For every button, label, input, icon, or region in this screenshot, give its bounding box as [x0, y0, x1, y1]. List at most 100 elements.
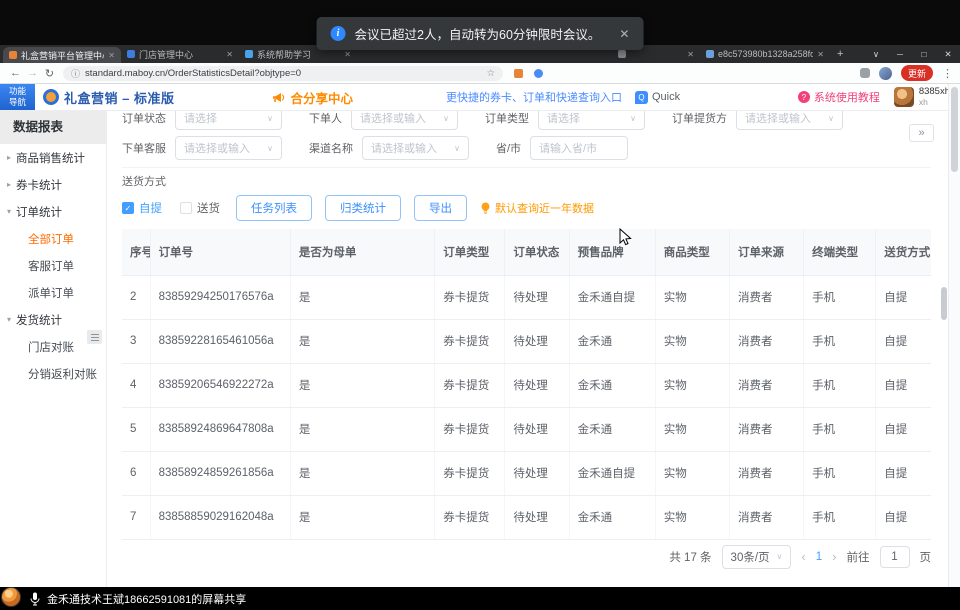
- page-scrollbar-thumb[interactable]: [951, 87, 958, 172]
- browser-profile-avatar[interactable]: [879, 67, 892, 80]
- sidebar-items: 商品销售统计 券卡统计 订单统计 全部订单 客服订单 派单订单 发货统计 门店对…: [0, 144, 106, 387]
- delivery-checkbox[interactable]: 自提: [122, 200, 162, 216]
- tutorial-link[interactable]: ? 系统使用教程: [798, 89, 880, 105]
- sidebar-item[interactable]: 客服订单: [0, 252, 106, 279]
- cell-order-type: 券卡提货: [435, 407, 505, 451]
- sidebar-item[interactable]: 全部订单: [0, 225, 106, 252]
- filter-field: 订单提货方 请选择或输入 ∨: [672, 111, 843, 130]
- brand-logo-icon: [43, 89, 59, 105]
- sidebar-item-label: 客服订单: [28, 258, 74, 274]
- user-menu[interactable]: 8385xh xh: [894, 87, 950, 108]
- cell-goods-type[interactable]: 实物: [655, 275, 729, 319]
- column-header: 是否为母单: [290, 229, 434, 275]
- tab-search-icon[interactable]: ∨: [864, 49, 888, 60]
- sidebar-item-label: 订单统计: [16, 204, 62, 220]
- tab-close-icon[interactable]: ✕: [108, 51, 115, 60]
- table-row[interactable]: 7 83858859029162048a 是 券卡提货 待处理 金禾通 实物 消…: [122, 495, 931, 539]
- sidebar-collapse-button[interactable]: [87, 330, 102, 344]
- toast-close-icon[interactable]: ✕: [619, 27, 629, 41]
- cell-brand: 金禾通: [569, 495, 655, 539]
- filter-select[interactable]: 请选择或输入 ∨: [736, 111, 843, 130]
- browser-tab[interactable]: 礼盒营销平台管理中心 ✕: [3, 47, 121, 63]
- action-button[interactable]: 归类统计: [325, 195, 401, 221]
- nav-toggle[interactable]: 功能 导航: [0, 84, 35, 110]
- back-icon[interactable]: ←: [7, 67, 24, 79]
- tab-close-icon[interactable]: ✕: [226, 50, 233, 59]
- tab-title: 门店管理中心: [139, 48, 222, 61]
- quick-entry-link[interactable]: 更快捷的券卡、订单和快递查询入口: [446, 89, 622, 105]
- new-tab-button[interactable]: +: [830, 45, 850, 63]
- sidebar-item[interactable]: 派单订单: [0, 279, 106, 306]
- browser-tab[interactable]: e8c573980b1328a258fd2e6il ✕: [700, 45, 830, 63]
- minimize-icon[interactable]: ─: [888, 49, 912, 59]
- chevron-down-icon: ∨: [443, 114, 449, 123]
- next-page-button[interactable]: ›: [832, 549, 836, 564]
- chevron-down-icon: ∨: [267, 114, 273, 123]
- cell-goods-type[interactable]: 实物: [655, 363, 729, 407]
- tab-close-icon[interactable]: ✕: [817, 50, 824, 59]
- cell-status: 待处理: [505, 363, 569, 407]
- table-row[interactable]: 5 83858924869647808a 是 券卡提货 待处理 金禾通 实物 消…: [122, 407, 931, 451]
- filter-row-1: 订单状态 请选择 ∨ 下单人 请选择或输入 ∨ 订单类型 请选择 ∨ 订单提货方…: [122, 111, 931, 133]
- tab-close-icon[interactable]: ✕: [687, 50, 694, 59]
- browser-tab[interactable]: 门店管理中心 ✕: [121, 45, 239, 63]
- cell-index: 3: [122, 319, 150, 363]
- help-icon: ?: [798, 91, 810, 103]
- page-number[interactable]: 1: [816, 551, 822, 563]
- cell-goods-type[interactable]: 实物: [655, 495, 729, 539]
- cell-source: 消费者: [729, 363, 803, 407]
- page-scrollbar[interactable]: [948, 84, 960, 587]
- checkbox-icon: [122, 202, 134, 214]
- cell-goods-type[interactable]: 实物: [655, 407, 729, 451]
- cell-goods-type[interactable]: 实物: [655, 319, 729, 363]
- filter-select[interactable]: 请选择或输入 ∨: [351, 111, 458, 130]
- sidebar-item[interactable]: 订单统计: [0, 198, 106, 225]
- action-button[interactable]: 导出: [414, 195, 467, 221]
- filter-select[interactable]: 请选择 ∨: [175, 111, 282, 130]
- share-center-link[interactable]: 合分享中心: [272, 88, 353, 107]
- delivery-checkbox[interactable]: 送货: [180, 200, 220, 216]
- prev-page-button[interactable]: ‹: [801, 549, 805, 564]
- sidebar-item[interactable]: 券卡统计: [0, 171, 106, 198]
- maximize-icon[interactable]: □: [912, 49, 936, 59]
- action-button[interactable]: 任务列表: [236, 195, 312, 221]
- close-icon[interactable]: ✕: [936, 49, 960, 60]
- forward-icon[interactable]: →: [24, 67, 41, 79]
- cell-delivery: 自提: [876, 407, 931, 451]
- extension-icon[interactable]: [514, 69, 523, 78]
- user-avatar: [894, 87, 914, 107]
- table-scrollbar-thumb[interactable]: [941, 287, 947, 320]
- table-row[interactable]: 2 83859294250176576a 是 券卡提货 待处理 金禾通自提 实物…: [122, 275, 931, 319]
- desktop: 礼盒营销平台管理中心 ✕ 门店管理中心 ✕ 系统帮助学习 ✕ ✕ e8c5739…: [0, 0, 960, 610]
- extension-icon[interactable]: [534, 69, 543, 78]
- table-row[interactable]: 4 83859206546922272a 是 券卡提货 待处理 金禾通 实物 消…: [122, 363, 931, 407]
- reload-icon[interactable]: ↻: [41, 67, 58, 80]
- collapse-filters-button[interactable]: »: [909, 124, 934, 142]
- sidebar-item[interactable]: 发货统计: [0, 306, 106, 333]
- filter-select[interactable]: 请选择或输入 ∨: [175, 136, 282, 160]
- column-header: 终端类型: [804, 229, 876, 275]
- tab-close-icon[interactable]: ✕: [344, 50, 351, 59]
- bookmark-star-icon[interactable]: ☆: [486, 68, 495, 79]
- sidebar-item[interactable]: 分销返利对账: [0, 360, 106, 387]
- cell-goods-type[interactable]: 实物: [655, 451, 729, 495]
- quick-search[interactable]: Q Quick: [635, 91, 680, 104]
- chevron-icon: [7, 315, 16, 324]
- floating-avatar[interactable]: [1, 587, 21, 607]
- site-info-icon[interactable]: ⓘ: [71, 67, 80, 80]
- table-row[interactable]: 3 83859228165461056a 是 券卡提货 待处理 金禾通 实物 消…: [122, 319, 931, 363]
- cell-order-no: 83858859029162048a: [150, 495, 290, 539]
- browser-menu-icon[interactable]: ⋮: [942, 67, 953, 80]
- sidebar-item[interactable]: 商品销售统计: [0, 144, 106, 171]
- address-bar[interactable]: ⓘ standard.maboy.cn/OrderStatisticsDetai…: [63, 66, 503, 81]
- column-header: 预售品牌: [569, 229, 655, 275]
- update-button[interactable]: 更新: [901, 65, 933, 81]
- filter-select[interactable]: 请选择 ∨: [538, 111, 645, 130]
- extensions-icon[interactable]: [860, 68, 870, 78]
- filter-select[interactable]: 请选择或输入 ∨: [362, 136, 469, 160]
- table-row[interactable]: 6 83858924859261856a 是 券卡提货 待处理 金禾通自提 实物…: [122, 451, 931, 495]
- cell-is-parent: 是: [290, 407, 434, 451]
- page-size-select[interactable]: 30条/页 ∨: [722, 545, 792, 569]
- goto-page-input[interactable]: [880, 546, 910, 568]
- filter-select[interactable]: 请输入省/市 ∨: [530, 136, 628, 160]
